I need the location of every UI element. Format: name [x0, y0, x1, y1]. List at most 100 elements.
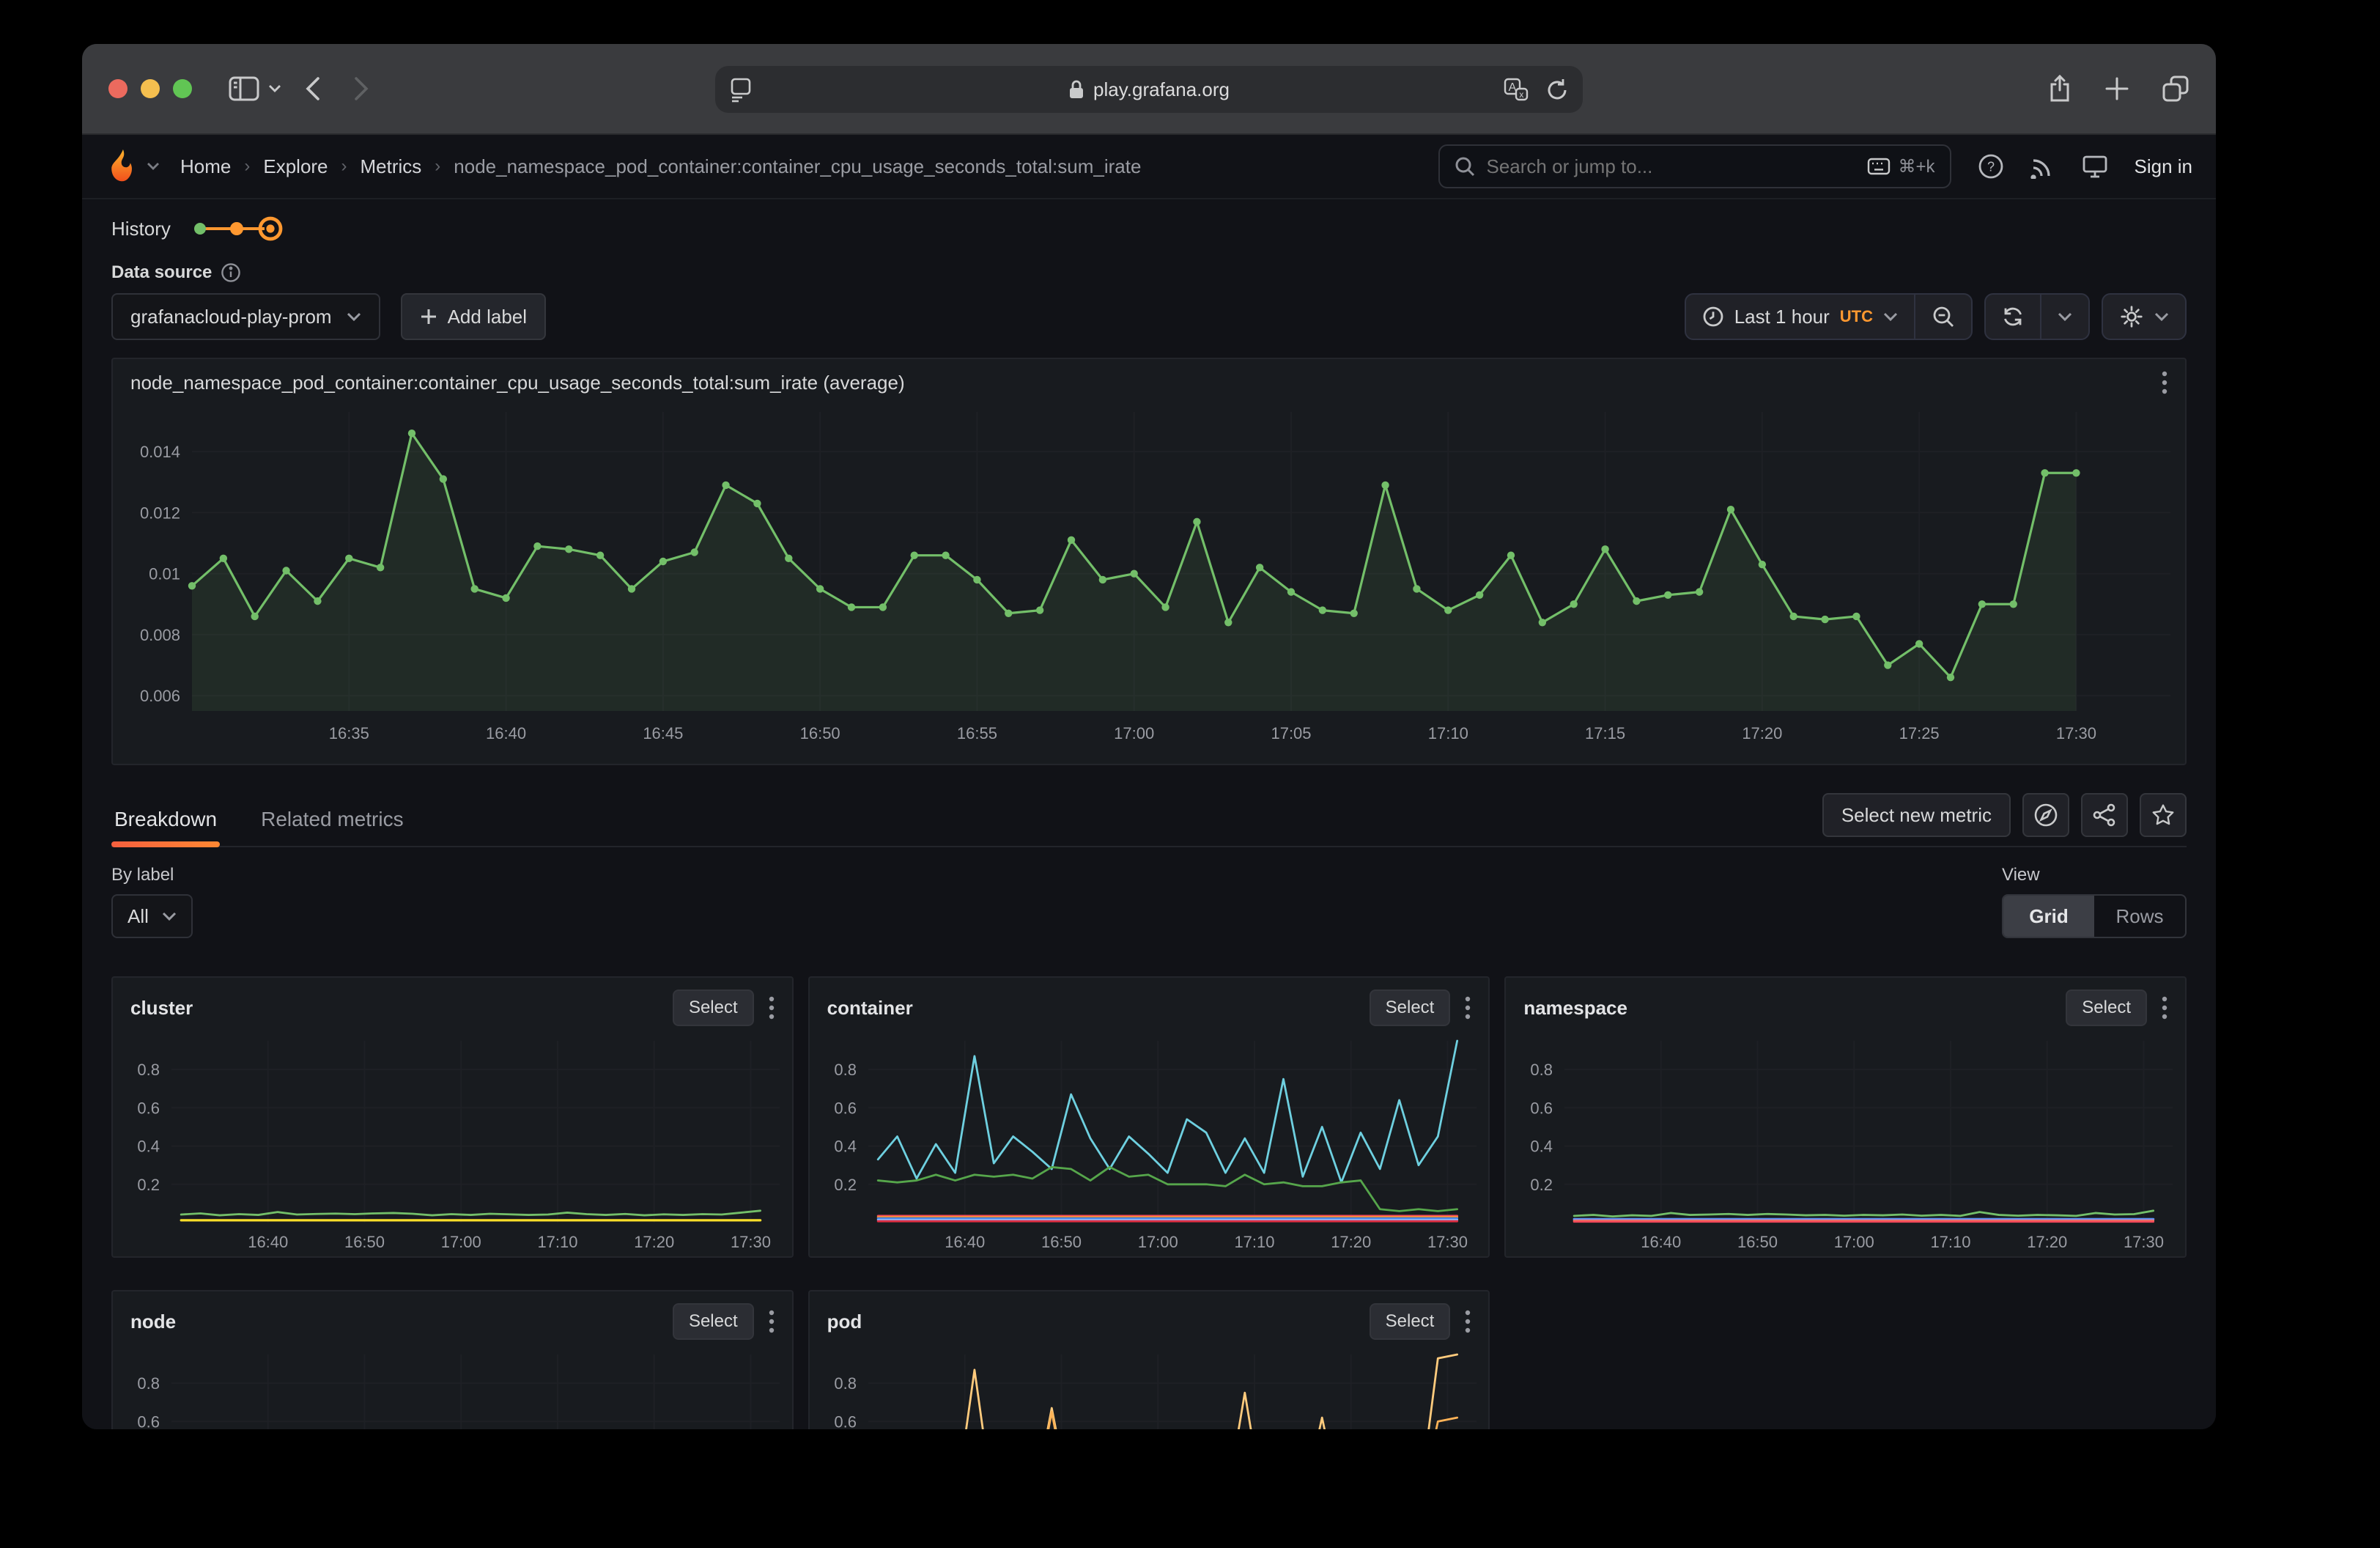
help-icon[interactable]: ?	[1978, 153, 2004, 180]
kebab-icon[interactable]	[1465, 1310, 1471, 1333]
data-source-label-row: Data source	[111, 261, 2187, 284]
grafana-logo[interactable]	[106, 149, 139, 184]
close-window-button[interactable]	[108, 79, 128, 98]
url-text: play.grafana.org	[1093, 78, 1230, 101]
page-format-icon[interactable]	[730, 78, 752, 103]
history-row: History	[111, 214, 2187, 243]
cluster-chart[interactable]: 16:4016:5017:0017:1017:2017:300.80.60.40…	[113, 1029, 792, 1258]
select-new-metric-button[interactable]: Select new metric	[1822, 793, 2011, 837]
svg-text:16:50: 16:50	[800, 724, 840, 742]
panel-namespace: namespace Select 16:4016:5017:0017:1017:…	[1504, 976, 2187, 1258]
star-button[interactable]	[2140, 793, 2187, 837]
svg-text:17:10: 17:10	[537, 1233, 577, 1251]
svg-text:17:20: 17:20	[2028, 1233, 2068, 1251]
refresh-interval-dropdown[interactable]	[2040, 295, 2088, 339]
svg-text:0.8: 0.8	[137, 1061, 160, 1079]
query-controls-row: grafanacloud-play-prom Add label	[111, 293, 2187, 340]
svg-text:0.4: 0.4	[1531, 1138, 1553, 1156]
forward-icon[interactable]	[353, 76, 369, 101]
svg-text:0.2: 0.2	[137, 1176, 160, 1194]
kebab-icon[interactable]	[769, 996, 775, 1020]
select-button[interactable]: Select	[2066, 989, 2147, 1026]
breadcrumb-separator: ›	[435, 156, 440, 177]
svg-text:0.012: 0.012	[140, 504, 180, 522]
view-toggle: Grid Rows	[2002, 894, 2187, 938]
screen-icon[interactable]	[2082, 154, 2108, 179]
zoom-out-button[interactable]	[1914, 295, 1971, 339]
svg-text:16:35: 16:35	[329, 724, 369, 742]
svg-text:x: x	[1519, 89, 1523, 100]
select-button[interactable]: Select	[673, 1303, 754, 1340]
data-source-picker[interactable]: grafanacloud-play-prom	[111, 293, 380, 340]
add-label-button[interactable]: Add label	[401, 293, 546, 340]
settings-button[interactable]	[2103, 295, 2185, 339]
address-bar[interactable]: play.grafana.org A x	[715, 66, 1583, 113]
minimize-window-button[interactable]	[141, 79, 160, 98]
search-input[interactable]	[1487, 155, 1856, 178]
share-panel-button[interactable]	[2081, 793, 2128, 837]
tab-breakdown[interactable]: Breakdown	[111, 808, 220, 846]
select-button[interactable]: Select	[673, 989, 754, 1026]
breadcrumb-home[interactable]: Home	[180, 155, 231, 178]
explore-button[interactable]	[2022, 793, 2069, 837]
container-chart[interactable]: 16:4016:5017:0017:1017:2017:300.80.60.40…	[810, 1029, 1489, 1258]
search-shortcut: ⌘+k	[1867, 156, 1934, 177]
svg-text:0.6: 0.6	[834, 1412, 857, 1429]
select-button[interactable]: Select	[1370, 1303, 1451, 1340]
panel-container: container Select 16:4016:5017:0017:1017:…	[808, 976, 1490, 1258]
node-chart[interactable]: 16:4016:5017:0017:1017:2017:300.80.60.40…	[113, 1343, 792, 1429]
tab-overview-icon[interactable]	[2162, 75, 2189, 103]
chevron-down-icon	[162, 912, 177, 921]
select-button[interactable]: Select	[1370, 989, 1451, 1026]
chevron-down-icon[interactable]	[147, 162, 160, 171]
svg-text:17:25: 17:25	[1899, 724, 1940, 742]
svg-text:17:00: 17:00	[1114, 724, 1154, 742]
history-step-orange	[230, 222, 243, 235]
history-timeline[interactable]	[188, 214, 285, 243]
settings-group	[2102, 293, 2187, 340]
pod-chart[interactable]: 16:4016:5017:0017:1017:2017:300.80.60.40…	[810, 1343, 1489, 1429]
reload-icon[interactable]	[1546, 78, 1568, 101]
new-tab-icon[interactable]	[2104, 76, 2129, 101]
chevron-down-icon[interactable]	[268, 84, 281, 93]
svg-text:0.006: 0.006	[140, 687, 180, 705]
breakdown-grid: cluster Select 16:4016:5017:0017:1017:20…	[111, 959, 2187, 1429]
back-icon[interactable]	[305, 76, 321, 101]
svg-text:0.01: 0.01	[149, 565, 180, 583]
svg-text:17:05: 17:05	[1271, 724, 1311, 742]
panel-pod: pod Select 16:4016:5017:0017:1017:2017:3…	[808, 1290, 1490, 1429]
add-label-text: Add label	[448, 306, 527, 328]
news-icon[interactable]	[2030, 154, 2055, 179]
zoom-window-button[interactable]	[173, 79, 192, 98]
by-label-label: By label	[111, 865, 193, 885]
svg-text:16:45: 16:45	[643, 724, 683, 742]
explore-metrics-page: History Data source	[82, 214, 2216, 1429]
breadcrumb: Home › Explore › Metrics › node_namespac…	[180, 155, 1141, 178]
history-step-green	[194, 223, 206, 235]
translate-icon[interactable]: A x	[1504, 78, 1529, 101]
kebab-icon[interactable]	[2162, 371, 2168, 394]
kebab-icon[interactable]	[1465, 996, 1471, 1020]
breadcrumb-metrics[interactable]: Metrics	[361, 155, 422, 178]
svg-text:0.2: 0.2	[1531, 1176, 1553, 1194]
refresh-button[interactable]	[1986, 295, 2040, 339]
search-input-wrap[interactable]: ⌘+k	[1438, 144, 1951, 188]
tab-related-metrics[interactable]: Related metrics	[258, 808, 407, 846]
view-grid-option[interactable]: Grid	[2003, 896, 2094, 937]
sidebar-icon[interactable]	[229, 75, 259, 102]
svg-text:0.8: 0.8	[834, 1374, 857, 1393]
namespace-chart[interactable]: 16:4016:5017:0017:1017:2017:300.80.60.40…	[1506, 1029, 2185, 1258]
by-label-select[interactable]: All	[111, 894, 193, 938]
chevron-down-icon	[1883, 312, 1898, 321]
main-metric-chart[interactable]: 16:3516:4016:4516:5016:5517:0017:0517:10…	[113, 397, 2185, 749]
sign-in-button[interactable]: Sign in	[2135, 155, 2193, 178]
kebab-icon[interactable]	[2162, 996, 2168, 1020]
svg-text:16:40: 16:40	[248, 1233, 288, 1251]
breadcrumb-explore[interactable]: Explore	[263, 155, 328, 178]
time-range-picker[interactable]: Last 1 hour UTC	[1686, 295, 1914, 339]
share-icon[interactable]	[2047, 74, 2072, 103]
kebab-icon[interactable]	[769, 1310, 775, 1333]
svg-text:0.4: 0.4	[834, 1138, 857, 1156]
info-icon[interactable]	[221, 262, 241, 283]
view-rows-option[interactable]: Rows	[2094, 896, 2185, 937]
